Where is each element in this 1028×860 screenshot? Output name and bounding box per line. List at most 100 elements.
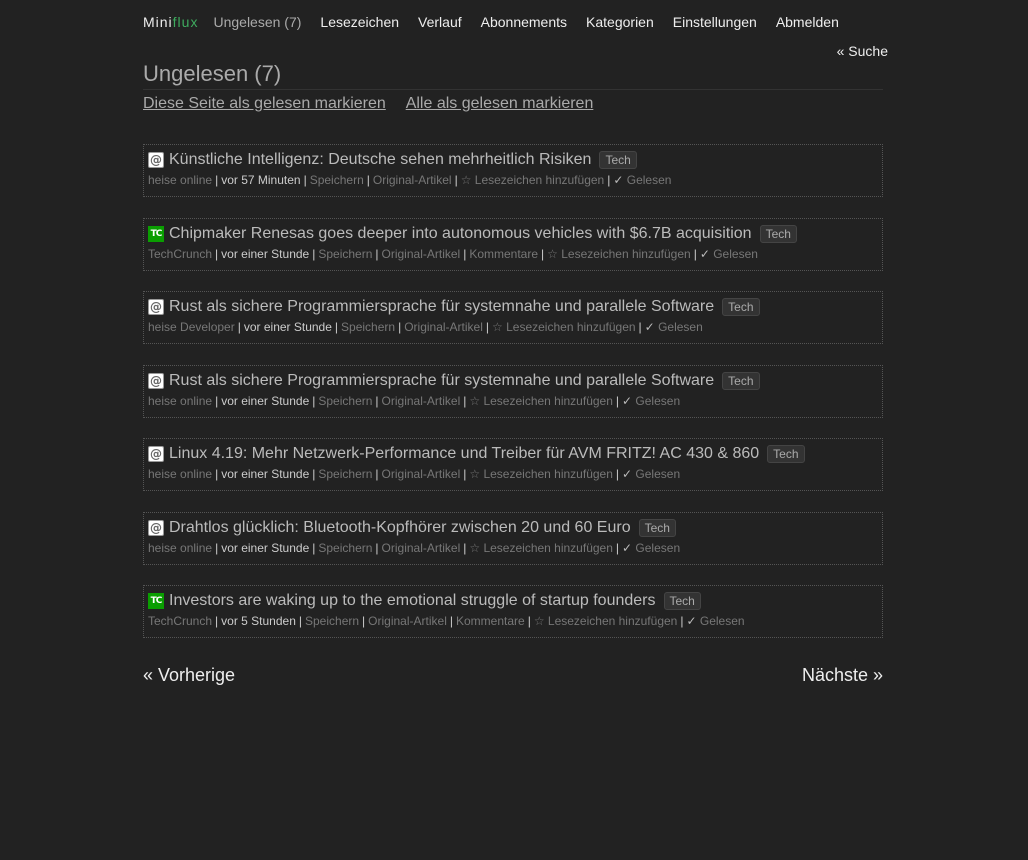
category-tag[interactable]: Tech — [638, 518, 676, 537]
mark-read-link[interactable]: ✓ Gelesen — [700, 247, 758, 261]
nav-subscriptions[interactable]: Abonnements — [481, 14, 567, 30]
separator: | — [362, 614, 366, 628]
add-bookmark-link[interactable]: ☆ Lesezeichen hinzufügen — [534, 614, 678, 628]
comments-link[interactable]: Kommentare — [469, 247, 538, 261]
next-page-link[interactable]: Nächste » — [802, 665, 883, 686]
item-title-link[interactable]: Linux 4.19: Mehr Netzwerk-Performance un… — [169, 445, 759, 463]
add-bookmark-link[interactable]: ☆ Lesezeichen hinzufügen — [461, 173, 605, 187]
heise-icon: @ — [148, 152, 164, 168]
separator: | — [215, 393, 219, 408]
separator: | — [215, 540, 219, 555]
nav-logout[interactable]: Abmelden — [776, 14, 839, 30]
original-article-link[interactable]: Original-Artikel — [382, 541, 461, 555]
feed-link[interactable]: heise online — [148, 541, 212, 555]
mark-read-link[interactable]: ✓ Gelesen — [622, 394, 680, 408]
mark-read-link[interactable]: ✓ Gelesen — [613, 173, 671, 187]
mark-read-link[interactable]: ✓ Gelesen — [622, 541, 680, 555]
logo-part-2: flux — [172, 14, 199, 30]
previous-page-link[interactable]: « Vorherige — [143, 665, 235, 686]
feed-link[interactable]: TechCrunch — [148, 614, 212, 628]
category-tag[interactable]: Tech — [767, 445, 805, 463]
check-icon: ✓ — [622, 393, 633, 408]
save-link[interactable]: Speichern — [341, 320, 395, 334]
original-article-link[interactable]: Original-Artikel — [382, 394, 461, 408]
original-article-link[interactable]: Original-Artikel — [373, 173, 452, 187]
mark-read-label: Gelesen — [699, 614, 745, 628]
item-time: vor einer Stunde — [243, 320, 332, 334]
save-link[interactable]: Speichern — [305, 614, 359, 628]
add-bookmark-link[interactable]: ☆ Lesezeichen hinzufügen — [469, 394, 613, 408]
nav-history[interactable]: Verlauf — [418, 14, 462, 30]
mark-read-link[interactable]: ✓ Gelesen — [645, 320, 703, 334]
item-time: vor 5 Stunden — [221, 614, 296, 628]
item-title-link[interactable]: Künstliche Intelligenz: Deutsche sehen m… — [169, 151, 591, 169]
save-link[interactable]: Speichern — [310, 173, 364, 187]
separator: | — [375, 246, 379, 261]
feed-link[interactable]: heise Developer — [148, 320, 235, 334]
page-title: Ungelesen (7) — [143, 61, 883, 90]
item-title-link[interactable]: Rust als sichere Programmiersprache für … — [169, 372, 714, 390]
item-title-row: TC Chipmaker Renesas goes deeper into aut… — [148, 223, 878, 245]
separator: | — [615, 467, 620, 481]
nav-unread[interactable]: Ungelesen (7) — [213, 14, 301, 30]
mark-read-link[interactable]: ✓ Gelesen — [622, 467, 680, 481]
separator: | — [334, 320, 339, 334]
original-article-link[interactable]: Original-Artikel — [368, 614, 447, 628]
separator: | — [375, 540, 379, 555]
mark-page-read-link[interactable]: Diese Seite als gelesen markieren — [143, 95, 386, 112]
category-tag[interactable]: Tech — [663, 592, 701, 610]
item-title-row: @ Drahtlos glücklich: Bluetooth-Kopfhörer… — [148, 517, 878, 539]
add-bookmark-link[interactable]: ☆ Lesezeichen hinzufügen — [469, 467, 613, 481]
separator: | — [312, 246, 316, 261]
nav-categories[interactable]: Kategorien — [586, 14, 654, 30]
category-tag[interactable]: Tech — [599, 151, 637, 169]
item-title-link[interactable]: Drahtlos glücklich: Bluetooth-Kopfhörer … — [169, 519, 631, 537]
search-link[interactable]: « Suche — [837, 43, 888, 59]
feed-link[interactable]: heise online — [148, 173, 212, 187]
nav-bookmarks[interactable]: Lesezeichen — [320, 14, 399, 30]
add-bookmark-link[interactable]: ☆ Lesezeichen hinzufügen — [547, 247, 691, 261]
original-article-link[interactable]: Original-Artikel — [382, 247, 461, 261]
separator: | — [680, 614, 684, 628]
check-icon: ✓ — [699, 246, 710, 261]
original-article-link[interactable]: Original-Artikel — [404, 320, 483, 334]
item-title-link[interactable]: Rust als sichere Programmiersprache für … — [169, 298, 714, 316]
separator: | — [375, 467, 379, 481]
separator: | — [375, 393, 379, 408]
feed-link[interactable]: heise online — [148, 394, 212, 408]
heise-icon: @ — [148, 372, 164, 389]
nav-settings[interactable]: Einstellungen — [673, 14, 757, 30]
list-item: @ Rust als sichere Programmiersprache für… — [143, 364, 883, 418]
item-time: vor einer Stunde — [221, 246, 310, 261]
item-title-link[interactable]: Investors are waking up to the emotional… — [169, 592, 656, 610]
mark-read-label: Gelesen — [713, 246, 758, 261]
list-item: @ Rust als sichere Programmiersprache für… — [143, 291, 883, 344]
feed-link[interactable]: TechCrunch — [148, 247, 212, 261]
separator: | — [463, 246, 467, 261]
category-tag[interactable]: Tech — [722, 371, 760, 390]
category-tag[interactable]: Tech — [759, 224, 797, 243]
item-title-link[interactable]: Chipmaker Renesas goes deeper into auton… — [169, 225, 752, 243]
feed-link[interactable]: heise online — [148, 467, 212, 481]
category-tag[interactable]: Tech — [722, 298, 760, 316]
original-article-link[interactable]: Original-Artikel — [382, 467, 461, 481]
mark-read-link[interactable]: ✓ Gelesen — [686, 614, 744, 628]
separator: | — [615, 540, 620, 555]
add-bookmark-link[interactable]: ☆ Lesezeichen hinzufügen — [492, 320, 636, 334]
item-title-row: TC Investors are waking up to the emotion… — [148, 590, 878, 612]
separator: | — [463, 467, 467, 481]
comments-link[interactable]: Kommentare — [456, 614, 525, 628]
save-link[interactable]: Speichern — [318, 394, 372, 408]
separator: | — [398, 320, 402, 334]
separator: | — [449, 614, 453, 628]
techcrunch-icon: TC — [148, 225, 164, 242]
separator: | — [298, 614, 302, 628]
item-title-row: @ Linux 4.19: Mehr Netzwerk-Performance u… — [148, 443, 878, 465]
save-link[interactable]: Speichern — [318, 541, 372, 555]
save-link[interactable]: Speichern — [318, 247, 372, 261]
save-link[interactable]: Speichern — [318, 467, 372, 481]
separator: | — [485, 320, 490, 334]
separator: | — [615, 393, 620, 408]
mark-all-read-link[interactable]: Alle als gelesen markieren — [406, 95, 594, 112]
add-bookmark-link[interactable]: ☆ Lesezeichen hinzufügen — [469, 541, 613, 555]
